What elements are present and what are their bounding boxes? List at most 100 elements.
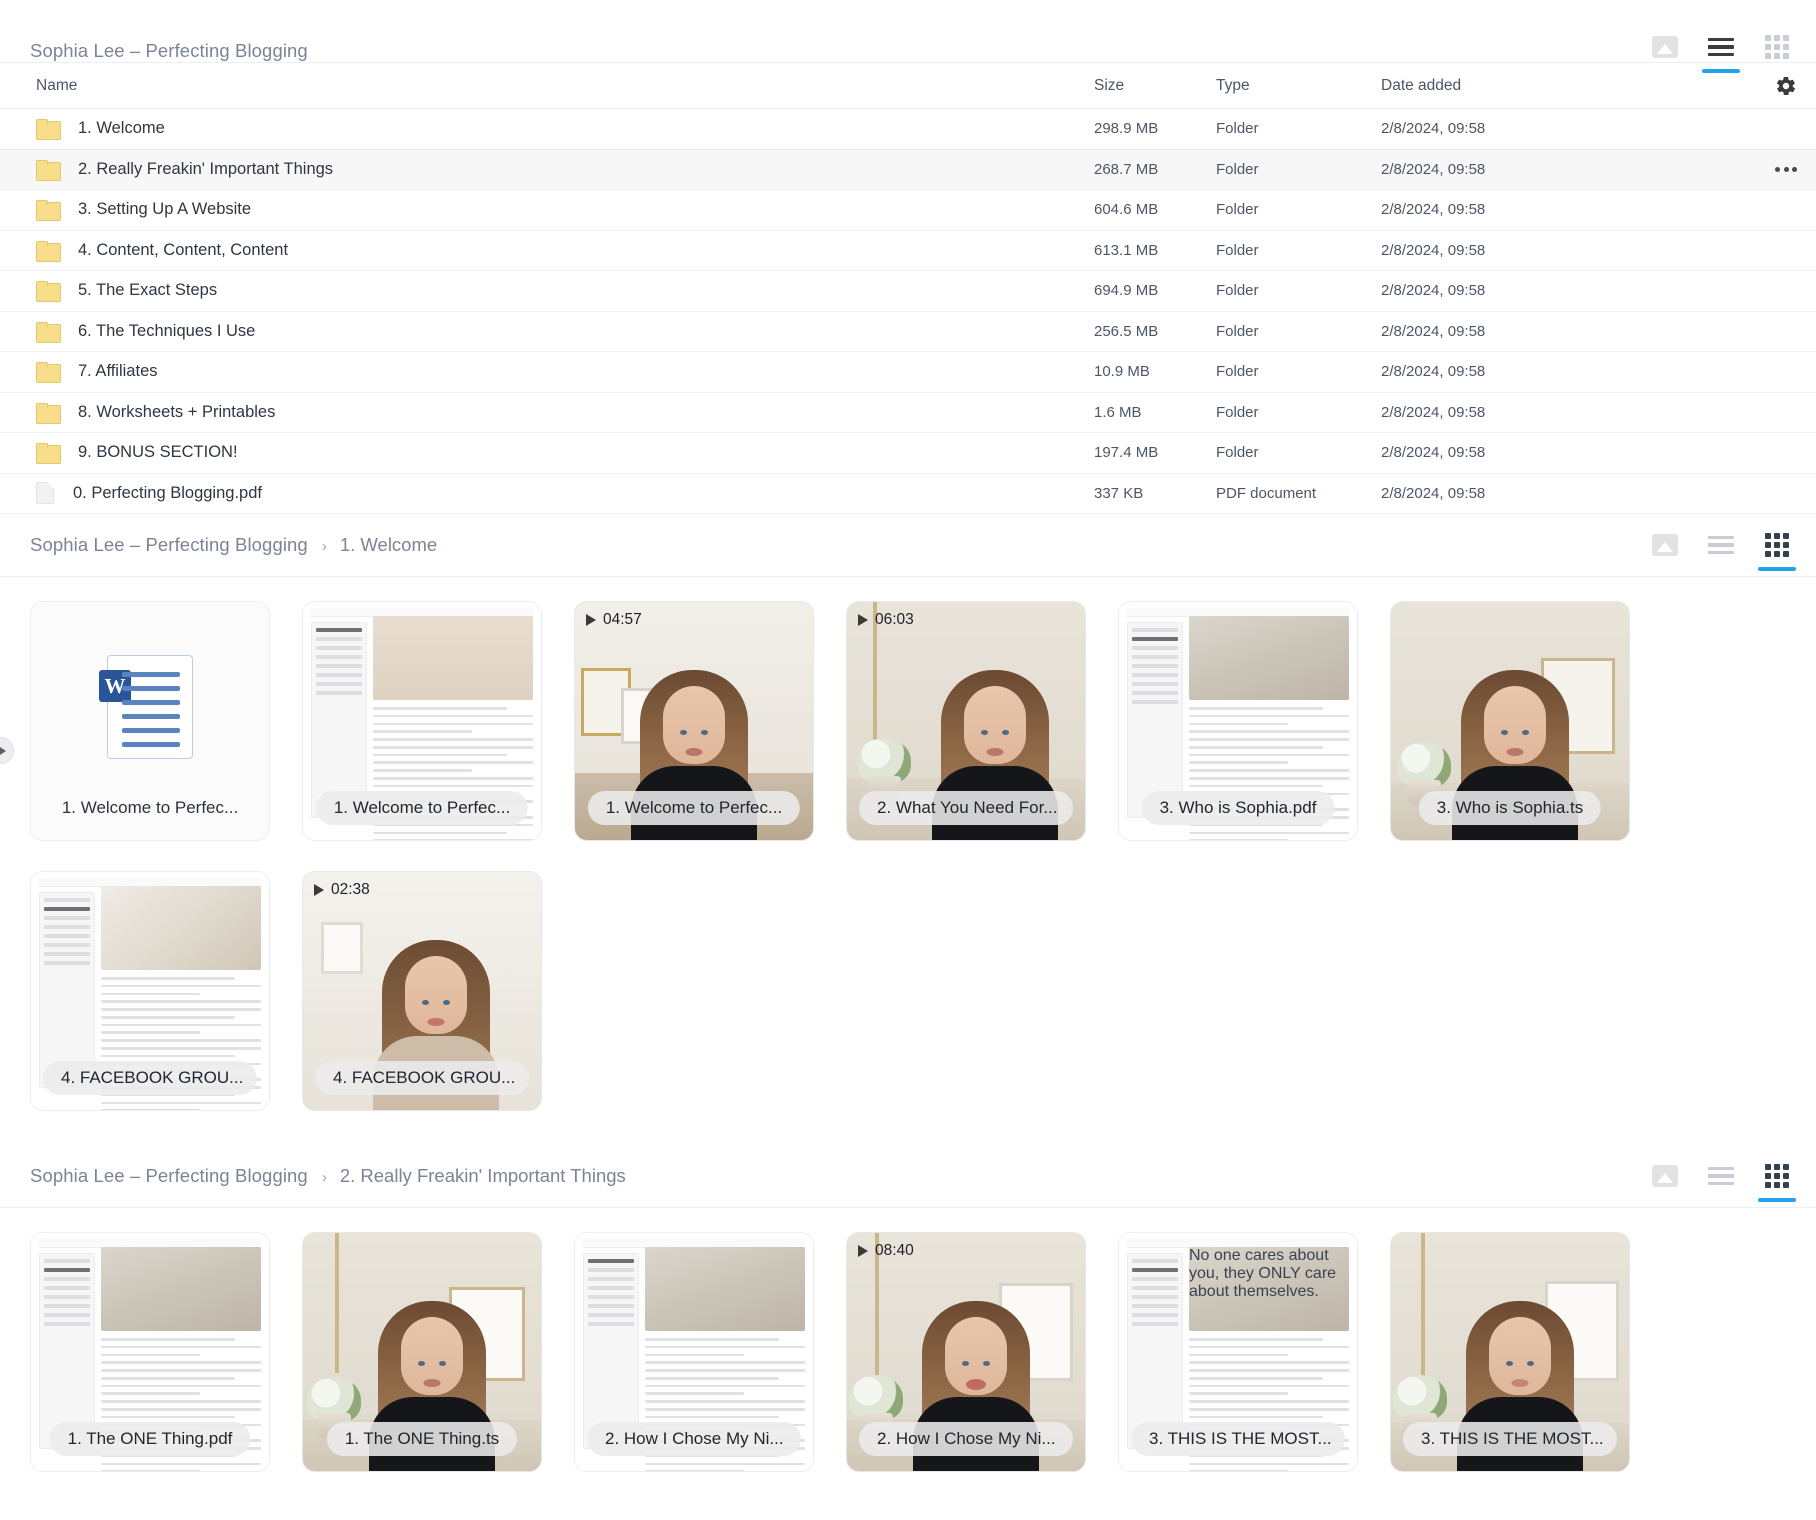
eye bbox=[680, 730, 687, 735]
row-menu-button[interactable] bbox=[1756, 491, 1816, 496]
mouth bbox=[1511, 1379, 1529, 1387]
cell-name: 2. Really Freakin' Important Things bbox=[36, 159, 1094, 181]
file-name: 9. BONUS SECTION! bbox=[78, 443, 238, 462]
cell-size: 604.6 MB bbox=[1094, 201, 1159, 219]
eye bbox=[443, 1000, 451, 1005]
grid-item[interactable]: No one cares about you, they ONLY care a… bbox=[1118, 1232, 1358, 1472]
grid-item[interactable]: 06:03 2. What You Need For... bbox=[846, 601, 1086, 841]
breadcrumb-root-welcome[interactable]: Sophia Lee – Perfecting Blogging bbox=[30, 534, 308, 556]
row-menu-button[interactable] bbox=[1756, 369, 1816, 374]
table-row[interactable]: 6. The Techniques I Use 256.5 MB Folder … bbox=[0, 312, 1816, 352]
grid-item[interactable]: 4. FACEBOOK GROU... bbox=[30, 871, 270, 1111]
grid-item[interactable]: 04:57 1. Welcome to Perfec... bbox=[574, 601, 814, 841]
grid-item[interactable]: 3. Who is Sophia.pdf bbox=[1118, 601, 1358, 841]
grid-view-icon[interactable] bbox=[1758, 530, 1796, 571]
file-name: 8. Worksheets + Printables bbox=[78, 402, 276, 421]
eye bbox=[1526, 1361, 1534, 1366]
grid-item[interactable]: 02:38 4. FACEBOOK GROU... bbox=[302, 871, 542, 1111]
list-view-icon[interactable] bbox=[1706, 530, 1736, 560]
gallery-view-icon[interactable] bbox=[1650, 530, 1680, 560]
row-menu-button[interactable] bbox=[1756, 207, 1816, 212]
grid-item[interactable]: 3. Who is Sophia.ts bbox=[1390, 601, 1630, 841]
eye bbox=[980, 730, 988, 735]
cell-type: Folder bbox=[1216, 322, 1259, 340]
breadcrumb-separator-icon: › bbox=[321, 537, 327, 555]
face bbox=[400, 1317, 463, 1395]
grid-item-label: 3. Who is Sophia.pdf bbox=[1141, 791, 1335, 825]
thumbnail-grid-important: 1. The ONE Thing.pdf 1. The ONE Thing.ts… bbox=[0, 1207, 1816, 1506]
row-menu-button[interactable] bbox=[1756, 248, 1816, 253]
table-row[interactable]: 8. Worksheets + Printables 1.6 MB Folder… bbox=[0, 393, 1816, 433]
table-row[interactable]: 3. Setting Up A Website 604.6 MB Folder … bbox=[0, 190, 1816, 231]
grid-item-label: 1. Welcome to Perfec... bbox=[61, 798, 239, 817]
row-menu-button[interactable] bbox=[1756, 329, 1816, 334]
grid-item[interactable]: W 1. Welcome to Perfec... bbox=[30, 601, 270, 841]
cell-type: PDF document bbox=[1216, 484, 1317, 502]
cell-name: 9. BONUS SECTION! bbox=[36, 443, 1094, 465]
grid-row: 1. The ONE Thing.pdf 1. The ONE Thing.ts… bbox=[30, 1232, 1790, 1472]
grid-item-label: 2. How I Chose My Ni... bbox=[587, 1422, 801, 1456]
file-name: 4. Content, Content, Content bbox=[78, 240, 289, 259]
table-row[interactable]: 5. The Exact Steps 694.9 MB Folder 2/8/2… bbox=[0, 271, 1816, 312]
play-icon bbox=[586, 614, 596, 626]
mouth bbox=[986, 748, 1004, 756]
breadcrumb-root-important[interactable]: Sophia Lee – Perfecting Blogging bbox=[30, 1165, 308, 1187]
grid-item[interactable]: 3. THIS IS THE MOST... bbox=[1390, 1232, 1630, 1472]
column-header-date-added[interactable]: Date added bbox=[1381, 77, 1756, 95]
column-header-type[interactable]: Type bbox=[1216, 77, 1381, 95]
grid-view-icon[interactable] bbox=[1758, 1161, 1796, 1202]
grid-item-label: 3. THIS IS THE MOST... bbox=[1403, 1422, 1617, 1456]
table-row[interactable]: 4. Content, Content, Content 613.1 MB Fo… bbox=[0, 231, 1816, 271]
grid-item[interactable]: 1. The ONE Thing.pdf bbox=[30, 1232, 270, 1472]
grid-item-label: 1. Welcome to Perfec... bbox=[315, 791, 529, 825]
cell-type: Folder bbox=[1216, 120, 1259, 138]
preview-sidebar bbox=[583, 1253, 639, 1449]
table-row[interactable]: 7. Affiliates 10.9 MB Folder 2/8/2024, 0… bbox=[0, 352, 1816, 393]
row-menu-button[interactable] bbox=[1756, 410, 1816, 415]
table-row[interactable]: 2. Really Freakin' Important Things 268.… bbox=[0, 148, 1816, 190]
grid-item[interactable]: 1. Welcome to Perfec... bbox=[302, 601, 542, 841]
view-mode-switcher-important bbox=[1650, 1161, 1796, 1202]
row-menu-button[interactable] bbox=[1756, 126, 1816, 131]
list-view-icon[interactable] bbox=[1706, 1161, 1736, 1191]
active-underline bbox=[1758, 1198, 1796, 1202]
grid-item[interactable]: 1. The ONE Thing.ts bbox=[302, 1232, 542, 1472]
gallery-view-icon[interactable] bbox=[1650, 32, 1680, 62]
word-document-icon: W bbox=[99, 654, 193, 759]
image-icon bbox=[1652, 36, 1678, 58]
table-body: 1. Welcome 298.9 MB Folder 2/8/2024, 09:… bbox=[0, 109, 1816, 514]
grid-item-label: 2. How I Chose My Ni... bbox=[859, 1422, 1073, 1456]
cell-name: 7. Affiliates bbox=[36, 362, 1094, 384]
video-caption-overlay: No one cares about you, they ONLY care a… bbox=[1189, 1247, 1337, 1300]
column-header-size[interactable]: Size bbox=[1094, 77, 1216, 95]
table-row[interactable]: 1. Welcome 298.9 MB Folder 2/8/2024, 09:… bbox=[0, 109, 1816, 150]
table-row[interactable]: 0. Perfecting Blogging.pdf 337 KB PDF do… bbox=[0, 474, 1816, 514]
list-view-icon[interactable] bbox=[1702, 32, 1740, 73]
video-duration-badge: 04:57 bbox=[586, 611, 642, 629]
table-row[interactable]: 9. BONUS SECTION! 197.4 MB Folder 2/8/20… bbox=[0, 433, 1816, 474]
eye bbox=[438, 1361, 446, 1366]
column-header-name[interactable]: Name bbox=[36, 77, 1094, 95]
grid-item[interactable]: 08:40 2. How I Chose My Ni... bbox=[846, 1232, 1086, 1472]
row-menu-button[interactable] bbox=[1756, 166, 1816, 172]
row-menu-button[interactable] bbox=[1756, 450, 1816, 455]
grid-icon bbox=[1765, 1164, 1789, 1188]
folder-icon bbox=[36, 240, 61, 262]
folder-icon bbox=[36, 443, 61, 465]
play-icon bbox=[314, 884, 324, 896]
doc-lines bbox=[122, 671, 180, 756]
eye bbox=[961, 1361, 969, 1366]
grid-view-icon[interactable] bbox=[1762, 32, 1792, 62]
gallery-view-icon[interactable] bbox=[1650, 1161, 1680, 1191]
table-settings-button[interactable] bbox=[1756, 75, 1816, 97]
cell-size: 298.9 MB bbox=[1094, 120, 1159, 138]
view-mode-switcher-welcome bbox=[1650, 530, 1796, 571]
eye bbox=[1500, 730, 1508, 735]
scroll-left-button[interactable] bbox=[0, 737, 14, 764]
face bbox=[944, 1317, 1007, 1395]
gear-icon bbox=[1775, 75, 1797, 97]
row-menu-button[interactable] bbox=[1756, 288, 1816, 293]
grid-item[interactable]: 2. How I Chose My Ni... bbox=[574, 1232, 814, 1472]
active-underline bbox=[1702, 69, 1740, 73]
grid-item-label: 1. Welcome to Perfec... bbox=[587, 791, 801, 825]
